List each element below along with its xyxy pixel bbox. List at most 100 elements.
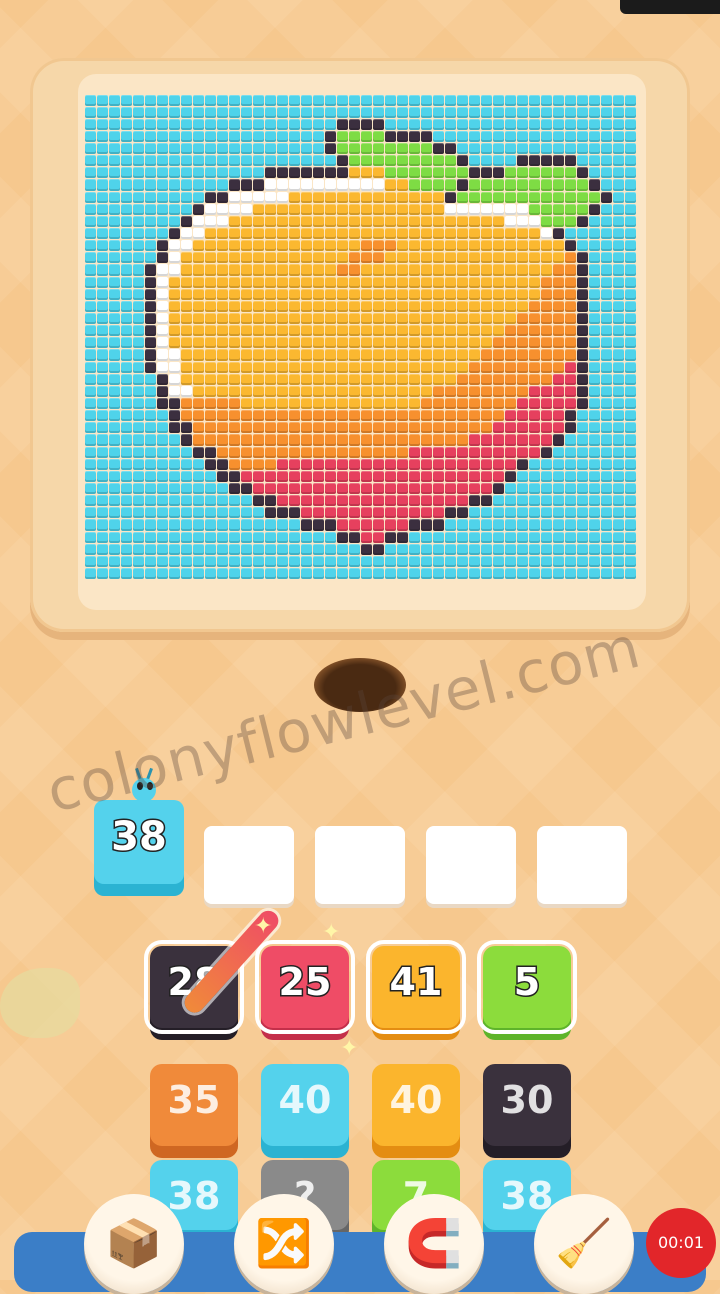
pixel-cell <box>516 94 528 106</box>
pixel-cell <box>132 337 144 349</box>
pixel-cell <box>180 410 192 422</box>
pixel-cell <box>348 410 360 422</box>
pixel-cell <box>516 325 528 337</box>
pixel-cell <box>252 313 264 325</box>
pixel-cell <box>240 531 252 543</box>
pixel-cell <box>312 252 324 264</box>
pixel-cell <box>96 143 108 155</box>
pixel-cell <box>168 228 180 240</box>
pixel-cell <box>576 337 588 349</box>
pixel-cell <box>372 543 384 555</box>
pixel-cell <box>456 179 468 191</box>
pixel-cell <box>204 385 216 398</box>
pixel-cell <box>168 337 180 349</box>
pixel-cell <box>264 470 276 482</box>
sparkle-icon: ✦ <box>254 914 273 939</box>
pixel-cell <box>96 434 108 446</box>
pixel-cell <box>432 495 444 507</box>
magnet-booster-button[interactable]: 🧲 <box>384 1194 484 1294</box>
pixel-cell <box>204 495 216 507</box>
shuffle-booster-button[interactable]: 🔀 <box>234 1194 334 1294</box>
pixel-cell <box>324 555 336 567</box>
pixel-cell <box>132 555 144 567</box>
pixel-cell <box>204 470 216 482</box>
pixel-cell <box>336 130 348 143</box>
vacuum-booster-button[interactable]: 🧹 <box>534 1194 634 1294</box>
pixel-cell <box>324 94 336 106</box>
pixel-cell <box>108 543 120 555</box>
pixel-cell <box>372 313 384 325</box>
pixel-cell <box>108 130 120 143</box>
pixel-cell <box>432 458 444 470</box>
pixel-cell <box>180 385 192 398</box>
pixel-cell <box>156 240 168 252</box>
pixel-cell <box>372 531 384 543</box>
pixel-cell <box>216 106 228 118</box>
pixel-cell <box>108 507 120 519</box>
pixel-cell <box>252 143 264 155</box>
pixel-cell <box>180 483 192 495</box>
pixel-cell <box>528 106 540 118</box>
pixel-cell <box>384 313 396 325</box>
pixel-cell <box>480 446 492 458</box>
pixel-cell <box>348 458 360 470</box>
number-tile[interactable]: 5 <box>477 940 577 1034</box>
pixel-cell <box>432 143 444 155</box>
pixel-cell <box>192 519 204 531</box>
pixel-cell <box>336 385 348 398</box>
number-tile[interactable]: 41 <box>366 940 466 1034</box>
pixel-cell <box>108 118 120 130</box>
pixel-cell <box>492 191 504 203</box>
pixel-cell <box>468 167 480 179</box>
recording-timer[interactable]: 00:01 <box>646 1208 716 1278</box>
pixel-cell <box>612 543 624 555</box>
pixel-cell <box>84 215 96 228</box>
pixel-cell <box>576 470 588 482</box>
number-tile[interactable]: 40 <box>372 1064 460 1146</box>
pixel-cell <box>300 179 312 191</box>
pixel-cell <box>288 373 300 385</box>
number-tile[interactable]: 40 <box>261 1064 349 1146</box>
pixel-cell <box>576 130 588 143</box>
pixel-cell <box>492 276 504 288</box>
pixel-cell <box>96 94 108 106</box>
pixel-cell <box>360 507 372 519</box>
number-tile[interactable]: 35 <box>150 1064 238 1146</box>
pixel-cell <box>144 325 156 337</box>
pixel-cell <box>480 300 492 313</box>
pixel-cell <box>264 507 276 519</box>
pixel-cell <box>528 155 540 167</box>
pixel-cell <box>384 531 396 543</box>
pixel-cell <box>288 228 300 240</box>
pixel-cell <box>396 179 408 191</box>
pixel-cell <box>156 252 168 264</box>
pixel-cell <box>132 240 144 252</box>
pixel-cell <box>240 470 252 482</box>
pixel-cell <box>240 446 252 458</box>
pixel-cell <box>348 373 360 385</box>
pixel-cell <box>540 398 552 410</box>
pixel-cell <box>444 191 456 203</box>
pixel-cell <box>240 118 252 130</box>
pixel-cell <box>132 410 144 422</box>
pixel-cell <box>276 155 288 167</box>
pixel-cell <box>240 495 252 507</box>
pixel-cell <box>516 470 528 482</box>
pixel-cell <box>480 458 492 470</box>
pixel-cell <box>468 543 480 555</box>
pixel-cell <box>144 446 156 458</box>
pixel-cell <box>348 130 360 143</box>
pixel-cell <box>444 567 456 580</box>
pixel-cell <box>144 349 156 361</box>
pixel-cell <box>372 240 384 252</box>
add-slot-booster-button[interactable]: 📦 <box>84 1194 184 1294</box>
number-tile[interactable]: 25 <box>255 940 355 1034</box>
pixel-cell <box>108 155 120 167</box>
pixel-cell <box>408 470 420 482</box>
pixel-cell <box>492 373 504 385</box>
pixel-cell <box>252 228 264 240</box>
pixel-cell <box>384 191 396 203</box>
pixel-cell <box>576 276 588 288</box>
number-tile[interactable]: 30 <box>483 1064 571 1146</box>
pixel-cell <box>540 325 552 337</box>
